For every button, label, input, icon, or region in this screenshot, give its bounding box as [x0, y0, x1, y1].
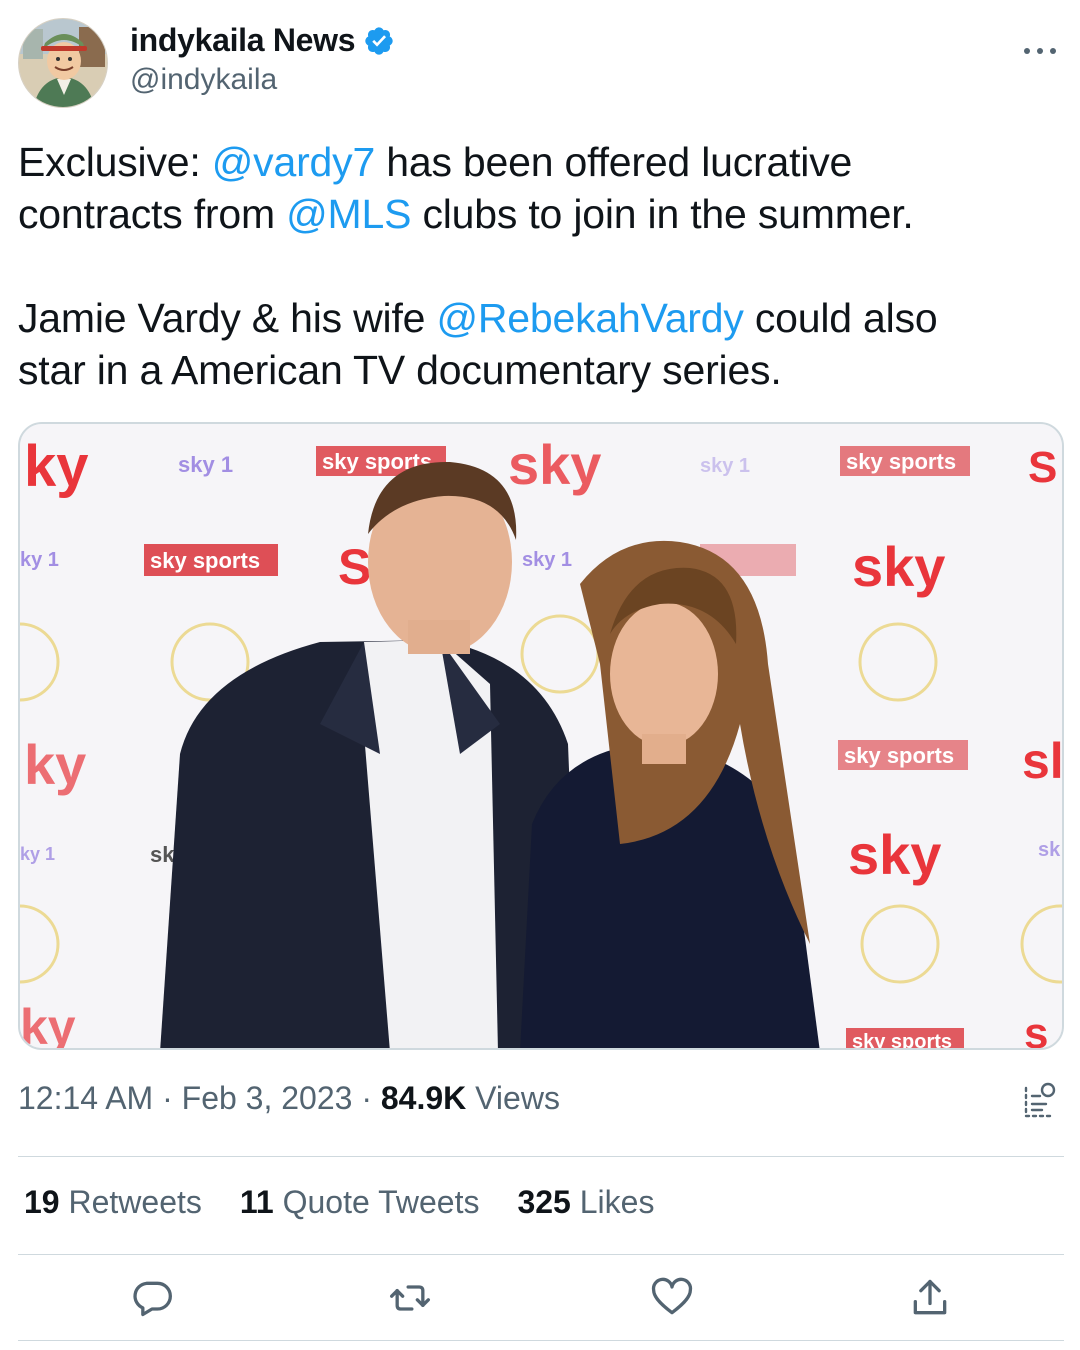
retweet-icon [390, 1285, 430, 1311]
verified-badge-icon [365, 26, 393, 55]
svg-text:sky sports: sky sports [846, 449, 956, 474]
tweet-text-segment: Exclusive: [18, 139, 212, 185]
author-handle[interactable]: @indykaila [130, 63, 395, 97]
mention-vardy7[interactable]: @vardy7 [212, 139, 375, 185]
svg-text:sk: sk [150, 842, 175, 867]
tweet-text-segment: has been offered lucrative [375, 139, 853, 185]
views-label: Views [466, 1080, 560, 1116]
divider [18, 1340, 1064, 1341]
tweet-text-segment: clubs to join in the summer. [411, 191, 914, 237]
likes-stat[interactable]: 325 Likes [517, 1184, 654, 1221]
svg-text:ky 1: ky 1 [20, 844, 55, 864]
tweet-timestamp[interactable]: 12:14 AM · Feb 3, 2023 · 84.9K Views [18, 1080, 560, 1117]
svg-text:sky: sky [508, 433, 601, 496]
divider [18, 1254, 1064, 1255]
tweet-time: 12:14 AM [18, 1080, 154, 1116]
author-display-name[interactable]: indykaila News [130, 22, 356, 59]
mention-rebekahvardy[interactable]: @RebekahVardy [436, 295, 743, 341]
svg-text:sky sports: sky sports [852, 1031, 952, 1050]
tweet-line: contracts from @MLS clubs to join in the… [18, 188, 1064, 240]
separator: · [153, 1080, 182, 1116]
like-button[interactable] [650, 1276, 694, 1320]
svg-text:sky sports: sky sports [150, 548, 260, 573]
retweet-button[interactable] [388, 1276, 432, 1320]
tweet-text: Exclusive: @vardy7 has been offered lucr… [18, 136, 1064, 396]
svg-text:sk: sk [1038, 839, 1061, 861]
svg-text:sky: sky [852, 535, 945, 598]
mention-mls[interactable]: @MLS [286, 191, 411, 237]
heart-icon [651, 1277, 693, 1315]
quote-tweets-count: 11 [239, 1184, 274, 1220]
avatar[interactable] [18, 18, 108, 108]
likes-label: Likes [570, 1184, 655, 1220]
reply-button[interactable] [130, 1276, 174, 1320]
svg-text:sl: sl [1022, 733, 1064, 789]
svg-text:S: S [338, 539, 371, 595]
likes-count: 325 [517, 1184, 571, 1220]
reply-icon [133, 1281, 172, 1317]
svg-text:s: s [1024, 1009, 1048, 1050]
retweets-stat[interactable]: 19 Retweets [24, 1184, 202, 1221]
svg-text:sky 1: sky 1 [178, 452, 233, 477]
tweet-date: Feb 3, 2023 [181, 1080, 353, 1116]
tweet-text-segment: contracts from [18, 191, 287, 237]
svg-text:sky 1: sky 1 [522, 549, 572, 571]
quote-tweets-label: Quote Tweets [273, 1184, 480, 1220]
tweet-photo[interactable]: ky sky 1 sky sports sky sky 1 sky sports… [18, 422, 1064, 1050]
svg-text:ky: ky [24, 434, 89, 499]
tweet-line: Exclusive: @vardy7 has been offered lucr… [18, 136, 1064, 188]
share-button[interactable] [908, 1276, 952, 1320]
svg-text:ky 1: ky 1 [20, 549, 59, 571]
svg-text:ky: ky [24, 733, 86, 796]
tweet-text-segment: star in a American TV documentary series… [18, 347, 782, 393]
svg-text:sky: sky [848, 823, 941, 886]
retweets-count: 19 [24, 1184, 60, 1220]
tweet-line: Jamie Vardy & his wife @RebekahVardy cou… [18, 292, 1064, 344]
action-bar [18, 1276, 1064, 1324]
more-icon[interactable] [1018, 36, 1062, 66]
analytics-icon[interactable] [1020, 1080, 1060, 1122]
tweet-text-segment: Jamie Vardy & his wife [18, 295, 437, 341]
tweet-header: indykaila News @indykaila [18, 18, 1064, 110]
share-icon [913, 1279, 947, 1315]
views-count: 84.9K [380, 1080, 467, 1116]
svg-text:sky 1: sky 1 [700, 455, 750, 477]
svg-text:sky sports: sky sports [844, 743, 954, 768]
divider [18, 1156, 1064, 1157]
separator: · [352, 1080, 381, 1116]
retweets-label: Retweets [59, 1184, 202, 1220]
quote-tweets-stat[interactable]: 11 Quote Tweets [240, 1184, 480, 1221]
engagement-stats: 19 Retweets 11 Quote Tweets 325 Likes [24, 1184, 692, 1221]
svg-text:ky: ky [20, 999, 76, 1050]
tweet-line: star in a American TV documentary series… [18, 344, 1064, 396]
tweet-text-segment: could also [743, 295, 938, 341]
svg-text:S: S [1028, 443, 1057, 492]
